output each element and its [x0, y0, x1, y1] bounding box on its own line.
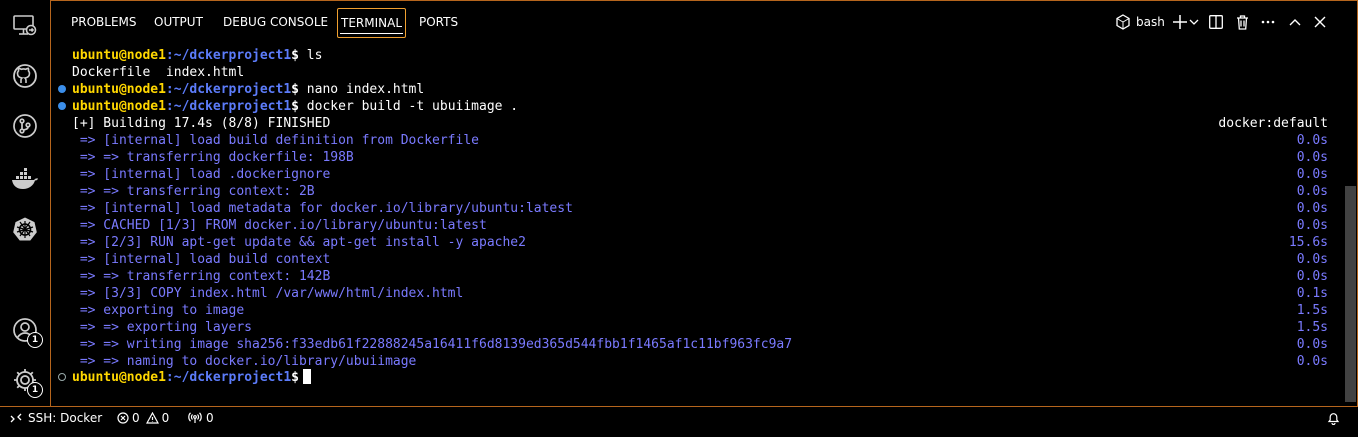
new-terminal-icon[interactable] — [1172, 10, 1187, 34]
build-step-text: => => transferring context: 142B — [72, 269, 331, 284]
command-decoration-icon[interactable] — [58, 102, 66, 110]
build-step-text: => => naming to docker.io/library/ubuiim… — [72, 354, 417, 369]
terminal-line: ubuntu@node1:~/dckerproject1$ docker bui… — [58, 98, 1328, 115]
build-step-time: 0.0s — [1296, 337, 1328, 352]
tab-terminal[interactable]: TERMINAL — [337, 8, 407, 38]
terminal-shell-label[interactable]: bash — [1136, 10, 1165, 34]
build-step-text: => [internal] load .dockerignore — [72, 167, 331, 182]
build-step-time: 0.0s — [1296, 218, 1328, 233]
source-control-icon[interactable] — [11, 112, 39, 140]
build-step-time: 0.0s — [1296, 252, 1328, 267]
tab-ports[interactable]: PORTS — [416, 8, 461, 38]
terminal-output[interactable]: ubuntu@node1:~/dckerproject1$ ls Dockerf… — [58, 47, 1328, 403]
command-decoration-icon[interactable] — [58, 85, 66, 93]
ports-count: 0 — [206, 410, 214, 425]
build-step-time: 1.5s — [1296, 303, 1328, 318]
command-decoration-icon[interactable] — [58, 373, 66, 381]
build-step-line: => [internal] load build context 0.0s — [58, 251, 1328, 268]
settings-gear-icon[interactable]: 1 — [11, 366, 43, 398]
terminal-line: ubuntu@node1:~/dckerproject1$ — [58, 369, 1328, 386]
terminal-line: Dockerfile index.html — [72, 65, 245, 80]
tab-output[interactable]: OUTPUT — [151, 8, 206, 38]
close-icon[interactable] — [1314, 10, 1326, 34]
build-step-text: => [internal] load build context — [72, 252, 331, 267]
build-step-line: => [2/3] RUN apt-get update && apt-get i… — [58, 234, 1328, 251]
build-step-time: 0.0s — [1296, 167, 1328, 182]
tab-debug-console[interactable]: DEBUG CONSOLE — [220, 8, 331, 38]
panel-tab-bar: PROBLEMS OUTPUT DEBUG CONSOLE TERMINAL P… — [50, 0, 1358, 46]
build-header-line: [+] Building 17.4s (8/8) FINISHED docker… — [72, 116, 1328, 131]
terminal-toolbar: bash — [1116, 10, 1326, 34]
remote-icon — [10, 413, 22, 423]
remote-label: SSH: Docker — [28, 410, 103, 425]
terminal-cursor — [302, 369, 311, 384]
build-step-text: => [2/3] RUN apt-get update && apt-get i… — [72, 235, 526, 250]
more-actions-icon[interactable] — [1261, 10, 1275, 34]
build-step-line: => [3/3] COPY index.html /var/www/html/i… — [58, 285, 1328, 302]
error-icon — [117, 412, 129, 424]
build-step-time: 0.0s — [1296, 150, 1328, 165]
accounts-icon[interactable]: 1 — [11, 316, 43, 348]
build-step-line: => => writing image sha256:f33edb61f2288… — [58, 336, 1328, 353]
broadcast-icon — [188, 412, 202, 423]
github-icon[interactable] — [11, 62, 39, 90]
build-step-time: 0.0s — [1296, 354, 1328, 369]
build-step-line: => => naming to docker.io/library/ubuiim… — [58, 353, 1328, 370]
accounts-badge: 1 — [27, 332, 43, 348]
warning-icon — [145, 412, 159, 424]
build-step-time: 0.0s — [1296, 201, 1328, 216]
trash-icon[interactable] — [1236, 10, 1249, 34]
build-step-text: => => transferring dockerfile: 198B — [72, 150, 354, 165]
build-step-text: => [internal] load build definition from… — [72, 133, 479, 148]
split-terminal-icon[interactable] — [1208, 10, 1223, 34]
kubernetes-icon[interactable] — [11, 215, 39, 243]
build-step-time: 0.0s — [1296, 184, 1328, 199]
terminal-scrollbar[interactable] — [1345, 186, 1356, 402]
build-step-text: => [3/3] COPY index.html /var/www/html/i… — [72, 286, 464, 301]
settings-badge: 1 — [27, 382, 43, 398]
build-step-time: 0.0s — [1296, 133, 1328, 148]
build-step-line: => [internal] load build definition from… — [58, 132, 1328, 149]
build-step-line: => CACHED [1/3] FROM docker.io/library/u… — [58, 217, 1328, 234]
problems-indicator[interactable]: 0 0 — [117, 407, 169, 429]
ports-indicator[interactable]: 0 — [188, 407, 214, 429]
maximize-panel-icon[interactable] — [1289, 10, 1301, 34]
build-step-time: 1.5s — [1296, 320, 1328, 335]
build-step-text: => exporting to image — [72, 303, 245, 318]
terminal-line: ubuntu@node1:~/dckerproject1$ nano index… — [58, 81, 1328, 98]
build-step-line: => [internal] load metadata for docker.i… — [58, 200, 1328, 217]
build-step-text: => CACHED [1/3] FROM docker.io/library/u… — [72, 218, 487, 233]
terminal-shell-icon — [1116, 10, 1130, 34]
remote-indicator[interactable]: SSH: Docker — [10, 407, 102, 429]
build-step-text: => => writing image sha256:f33edb61f2288… — [72, 337, 793, 352]
build-step-time: 0.1s — [1296, 286, 1328, 301]
build-step-line: => exporting to image 1.5s — [58, 302, 1328, 319]
activity-bar: 1 1 — [0, 0, 50, 406]
build-step-time: 0.0s — [1296, 269, 1328, 284]
notifications-bell-icon[interactable] — [1327, 407, 1340, 429]
error-count: 0 — [132, 410, 140, 425]
build-step-line: => => transferring dockerfile: 198B 0.0s — [58, 149, 1328, 166]
tab-problems[interactable]: PROBLEMS — [68, 8, 140, 38]
build-step-line: => => transferring context: 142B 0.0s — [58, 268, 1328, 285]
build-step-line: => => transferring context: 2B 0.0s — [58, 183, 1328, 200]
build-step-line: => [internal] load .dockerignore 0.0s — [58, 166, 1328, 183]
build-step-time: 15.6s — [1288, 235, 1328, 250]
remote-explorer-icon[interactable] — [11, 12, 39, 40]
build-step-text: => [internal] load metadata for docker.i… — [72, 201, 573, 216]
warning-count: 0 — [161, 410, 170, 425]
terminal-line: ubuntu@node1:~/dckerproject1$ ls — [72, 48, 323, 63]
build-step-text: => => exporting layers — [72, 320, 253, 335]
docker-icon[interactable] — [11, 165, 39, 193]
build-step-line: => => exporting layers 1.5s — [58, 319, 1328, 336]
status-bar: SSH: Docker 0 0 0 — [0, 406, 1358, 429]
build-step-text: => => transferring context: 2B — [72, 184, 315, 199]
chevron-down-icon[interactable] — [1189, 10, 1199, 34]
